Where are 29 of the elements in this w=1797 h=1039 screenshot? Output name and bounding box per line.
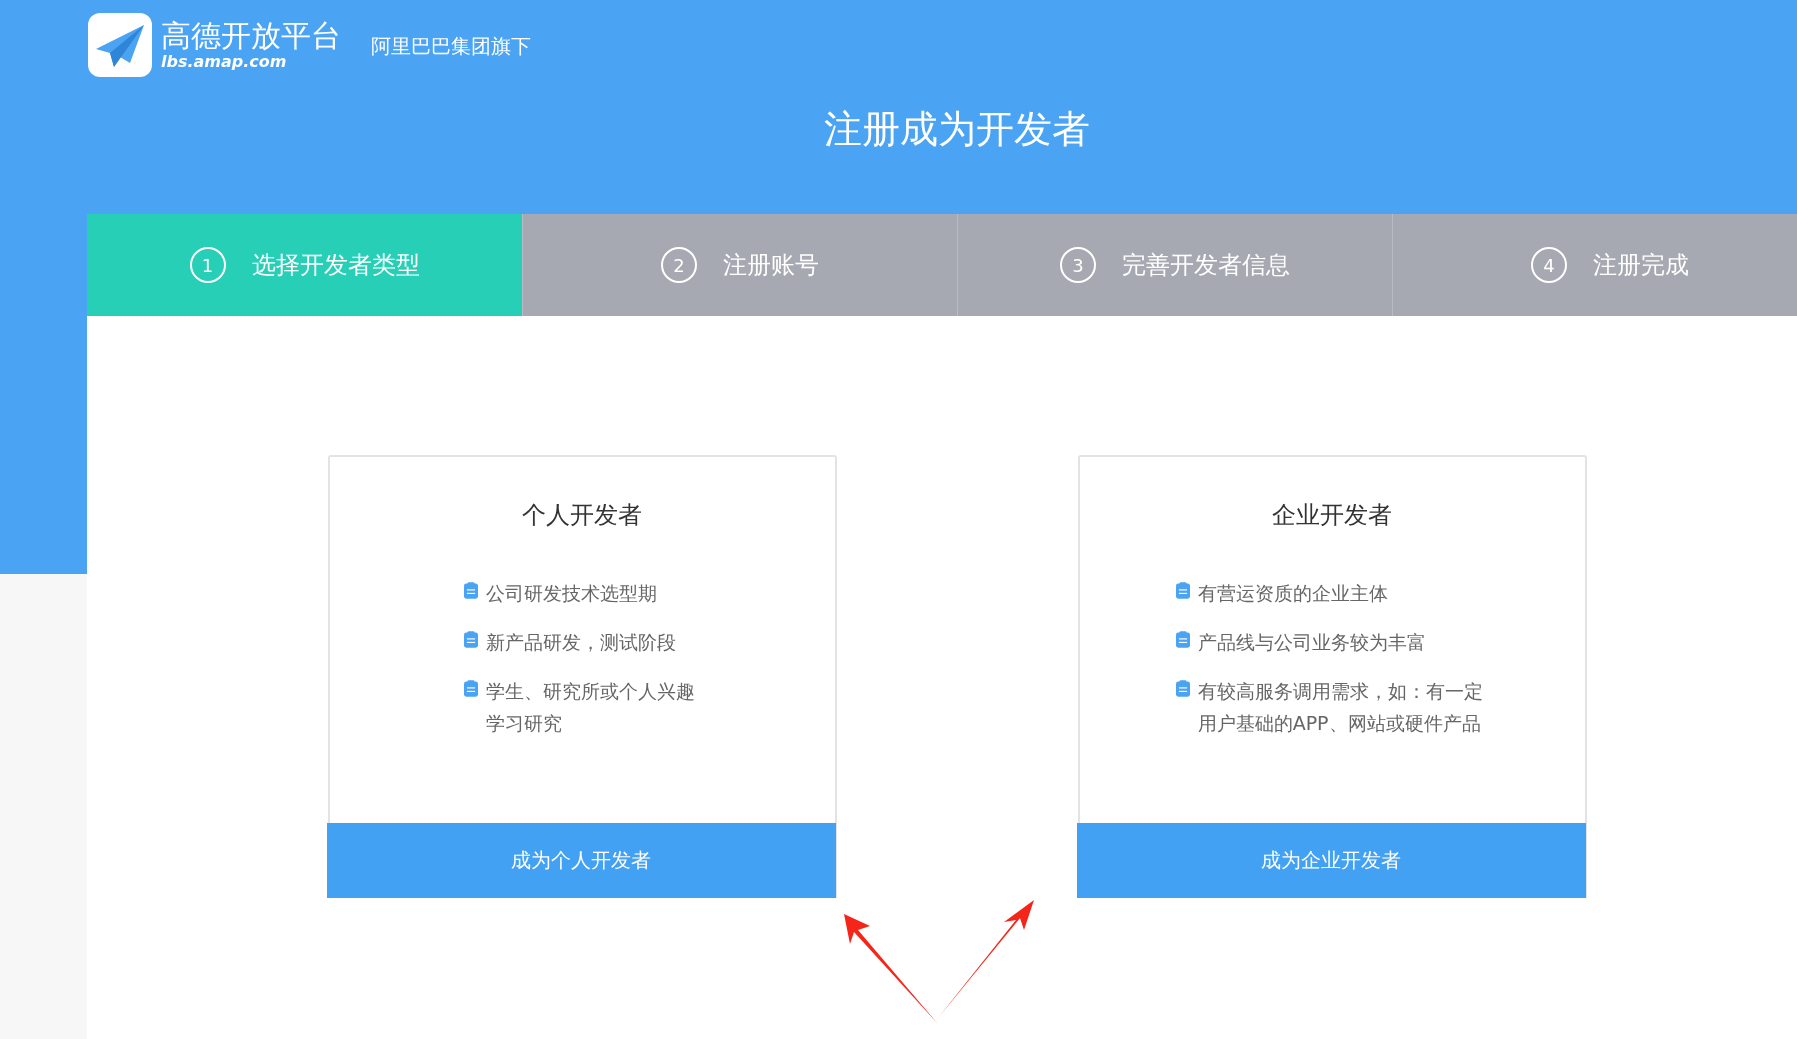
brand-tagline: 阿里巴巴集团旗下 [371,32,531,60]
paper-plane-logo-icon [87,13,153,77]
feature-text: 有较高服务调用需求，如：有一定用户基础的APP、网站或硬件产品 [1197,679,1484,736]
feature-text: 新产品研发，测试阶段 [485,630,676,655]
clipboard-icon [1175,680,1190,697]
card-title: 企业开发者 [1272,500,1392,531]
card-title: 个人开发者 [522,500,642,531]
become-developer-button[interactable]: 成为企业开发者 [1076,823,1586,898]
step-label: 选择开发者类型 [251,250,420,281]
brand-domain: lbs.amap.com [161,53,288,71]
step-label: 注册账号 [723,250,819,281]
step-label: 注册完成 [1593,250,1689,281]
page-title: 注册成为开发者 [823,106,1091,153]
feature-text: 产品线与公司业务较为丰富 [1197,630,1426,655]
clipboard-icon [1175,631,1190,648]
step-number: 4 [1531,247,1567,283]
step-number: 1 [189,247,226,283]
feature-text: 有营运资质的企业主体 [1197,581,1388,606]
step-label: 完善开发者信息 [1122,250,1290,281]
feature-text: 公司研发技术选型期 [485,581,657,606]
feature-text: 学生、研究所或个人兴趣学习研究 [485,679,696,736]
clipboard-icon [463,631,478,648]
clipboard-icon [463,582,478,599]
step-number: 2 [661,247,697,283]
clipboard-icon [463,680,478,697]
clipboard-icon [1175,582,1190,599]
step-number: 3 [1060,247,1096,283]
become-developer-button[interactable]: 成为个人开发者 [326,823,836,898]
brand-name: 高德开放平台 [161,19,341,53]
